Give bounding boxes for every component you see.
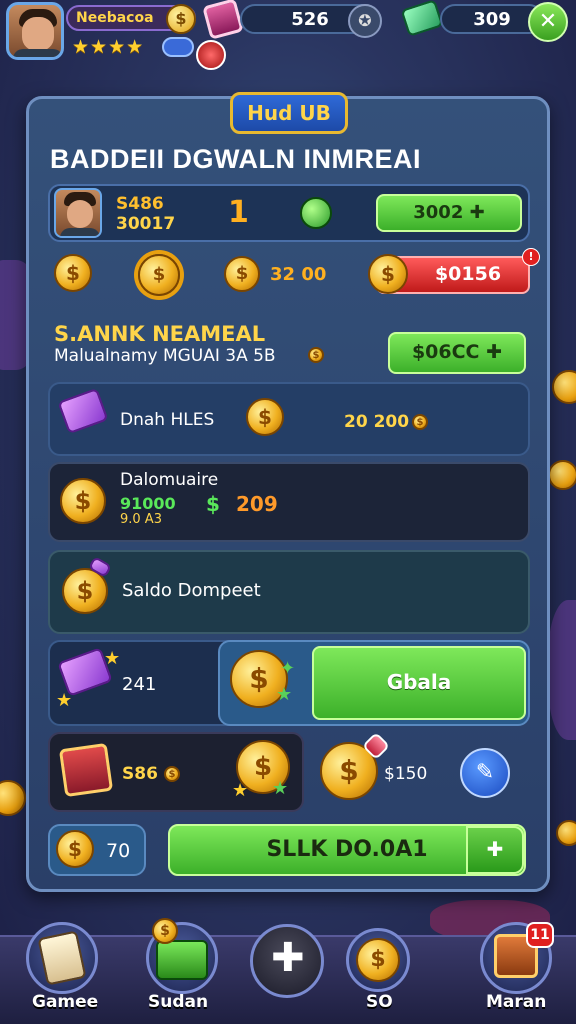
row2-label: Dalomuaire	[120, 470, 219, 490]
info-button[interactable]: ✎	[460, 748, 510, 798]
coin-icon: $	[246, 398, 284, 436]
player-rating: ★ ★ ★ ★	[72, 36, 143, 58]
notification-badge: !	[522, 248, 540, 266]
plus-icon: ✚	[486, 341, 503, 363]
add-icon: ✚	[271, 935, 305, 981]
bg-coin-icon	[548, 460, 576, 490]
list-item[interactable]	[48, 550, 530, 634]
plus-icon: ✚	[469, 202, 485, 223]
section-button[interactable]: $06CC ✚	[388, 332, 526, 374]
panel-title: BADDEII DGWALN INMREAI	[50, 144, 421, 174]
cash-icon	[400, 0, 444, 37]
player-avatar[interactable]	[6, 2, 64, 60]
row2-sub-value: 9.0 A3	[120, 512, 162, 527]
row5-amount: S86	[122, 764, 158, 784]
coin-icon: $	[224, 256, 260, 292]
sparkle-icon: ✦	[280, 658, 296, 679]
bg-coin-icon	[0, 780, 26, 816]
collect-button[interactable]: Gbala	[312, 646, 526, 720]
row1-label: Dnah HLES	[120, 410, 215, 430]
profile-stat-1: S486	[116, 194, 164, 214]
red-button-label: $0156	[434, 263, 502, 285]
bg-foliage-right	[548, 600, 576, 740]
coin-icon: $	[60, 478, 106, 524]
profile-stat-2: 30017	[116, 214, 176, 234]
add-coins-button[interactable]: ✪	[348, 4, 382, 38]
sun-coin-icon: $	[138, 254, 180, 296]
coin-icon: $	[56, 830, 94, 868]
small-coin-icon: $	[412, 414, 428, 430]
star-icon: ★	[56, 690, 73, 711]
nav-label-games: Gamee	[32, 992, 99, 1012]
coins-value: 526	[291, 9, 329, 30]
bg-coin-icon	[556, 820, 576, 846]
nav-badge: 11	[526, 922, 554, 948]
token-icon[interactable]: $	[166, 4, 196, 34]
star-icon: ★	[108, 36, 126, 58]
row2-green-value: 91000	[120, 494, 176, 513]
sparkle-icon: ★	[232, 780, 249, 801]
cash-bundle-icon	[156, 940, 208, 980]
row3-label: Saldo Dompeet	[122, 580, 261, 601]
row2-dollar: $	[206, 492, 220, 516]
section-button-label: $06CC	[411, 341, 480, 363]
gem-icon	[162, 37, 194, 57]
panel-tab[interactable]: Hud UB	[230, 92, 348, 134]
main-action-label: SLLK DO.0A1	[266, 837, 428, 862]
row5-amount-2: $150	[384, 764, 428, 784]
star-icon: ★	[90, 36, 108, 58]
profile-action-label: 3002	[413, 202, 464, 223]
coin-balance: 70	[106, 840, 131, 862]
small-coin-icon: $	[308, 347, 324, 363]
row2-amount: 209	[236, 492, 278, 516]
star-icon: ★	[126, 36, 144, 58]
top-bar: Neebacoa $ ★ ★ ★ ★ 526 ✪ 309 ✕	[0, 0, 576, 70]
star-icon: ★	[72, 36, 90, 58]
profile-level: 1	[228, 195, 249, 230]
coin-icon: $	[54, 254, 92, 292]
sparkle-icon: ★	[276, 684, 293, 705]
plus-button[interactable]: ✚	[466, 826, 524, 874]
bg-coin-icon	[552, 370, 576, 404]
nav-label-coins: SO	[366, 992, 393, 1012]
coin-amount: 32 00	[270, 264, 327, 285]
leaf-icon	[300, 197, 332, 229]
row1-amount: 20 200	[344, 412, 410, 432]
red-chip-icon	[196, 40, 226, 70]
sparkle-icon: ★	[272, 778, 289, 799]
nav-label-shop: Sudan	[148, 992, 209, 1012]
close-button[interactable]: ✕	[528, 2, 568, 42]
coin-icon: $	[356, 938, 400, 982]
chip-stack-icon	[202, 0, 244, 40]
collect-button-label: Gbala	[386, 670, 452, 694]
profile-avatar	[54, 188, 102, 238]
profile-action-button[interactable]: 3002 ✚	[376, 194, 522, 232]
chest-icon	[58, 742, 114, 798]
coin-icon: $	[152, 918, 178, 944]
nav-label-market: Maran	[486, 992, 547, 1012]
coin-icon: $	[368, 254, 408, 294]
section-subtext: Malualnamy MGUAI 3A 5B	[54, 346, 276, 366]
star-icon: ★	[104, 648, 121, 669]
section-heading: S.ANNK NEAMEAL	[54, 322, 266, 346]
small-coin-icon: $	[164, 766, 180, 782]
cash-value: 309	[473, 9, 511, 30]
row4-amount: 241	[122, 674, 157, 695]
